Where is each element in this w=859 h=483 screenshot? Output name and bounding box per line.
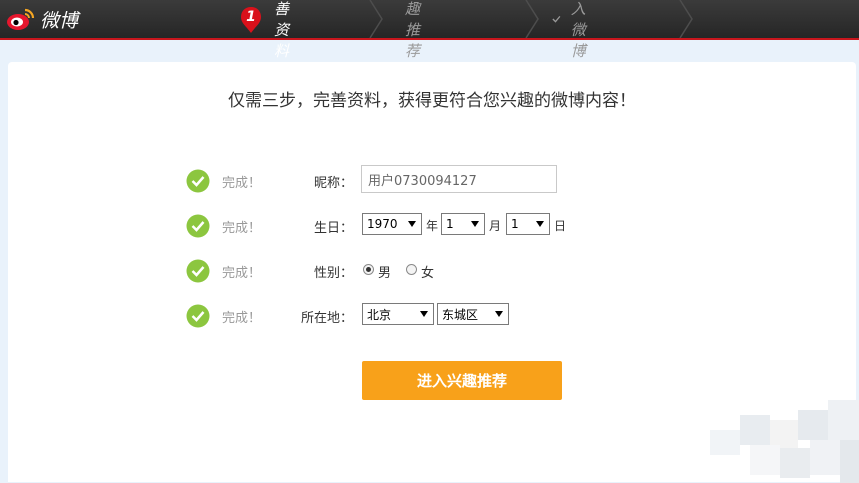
step-interest-recommend: 兴趣推荐 [405,0,420,60]
enter-interest-button[interactable]: 进入兴趣推荐 [362,361,562,400]
birthday-row: 完成！ 生日： 1970 年 1 月 1 日 [8,212,856,240]
weibo-eye-icon [7,8,35,30]
nickname-input[interactable] [361,165,557,193]
check-circle-icon [186,214,210,238]
province-select[interactable]: 北京 [362,303,434,325]
birth-day-value: 1 [511,217,519,231]
check-circle-icon [186,259,210,283]
check-circle-icon [186,304,210,328]
district-value: 东城区 [442,307,479,322]
gender-female-radio[interactable] [406,264,417,275]
district-select[interactable]: 东城区 [437,303,509,325]
check-circle-icon [186,169,210,193]
location-row: 完成！ 所在地： 北京 东城区 [8,302,856,330]
step-1-label: 完善资料 [274,0,290,60]
mosaic-overlay [710,400,859,483]
step-3-check-icon [552,15,561,23]
step-enter-weibo: 进入微博 [552,0,597,60]
step-1-number: 1 [246,9,256,25]
birthday-label: 生日： [313,221,353,236]
birth-month-value: 1 [446,217,454,231]
dropdown-arrow-icon [495,311,503,317]
nickname-label: 昵称： [313,176,353,191]
step-2-label: 兴趣推荐 [405,0,421,60]
gender-male-radio[interactable] [363,264,374,275]
weibo-logo[interactable]: 微博 [6,5,78,33]
step-3-label: 进入微博 [570,0,586,60]
gender-male-label[interactable]: 男 [378,262,391,281]
birth-year-value: 1970 [367,217,398,231]
day-unit: 日 [554,219,567,233]
gender-female-label[interactable]: 女 [421,262,434,281]
status-text: 完成！ [222,176,262,191]
year-unit: 年 [426,219,439,233]
page-headline: 仅需三步，完善资料，获得更符合您兴趣的微博内容！ [228,91,636,111]
birth-month-select[interactable]: 1 [441,213,485,235]
month-unit: 月 [489,219,502,233]
province-value: 北京 [367,307,392,322]
gender-label: 性别： [313,266,353,281]
dropdown-arrow-icon [408,221,416,227]
step-separator-icon [679,0,693,38]
step-complete-profile: 1 完善资料 [240,0,289,60]
step-separator-icon [369,0,383,38]
birth-year-select[interactable]: 1970 [362,213,422,235]
dropdown-arrow-icon [536,221,544,227]
nickname-row: 完成！ 昵称： [8,165,856,195]
birth-day-select[interactable]: 1 [506,213,550,235]
location-label: 所在地： [300,311,353,326]
top-bar: 微博 1 完善资料 兴趣推荐 进入微博 [0,0,859,60]
logo-text: 微博 [40,9,79,32]
status-text: 完成！ [222,311,262,326]
status-text: 完成！ [222,221,262,236]
dropdown-arrow-icon [420,311,428,317]
step-separator-icon [525,0,539,38]
status-text: 完成！ [222,266,262,281]
gender-row: 完成！ 性别： 男 女 [8,257,856,285]
step-1-badge-icon: 1 [240,6,262,33]
dropdown-arrow-icon [471,221,479,227]
